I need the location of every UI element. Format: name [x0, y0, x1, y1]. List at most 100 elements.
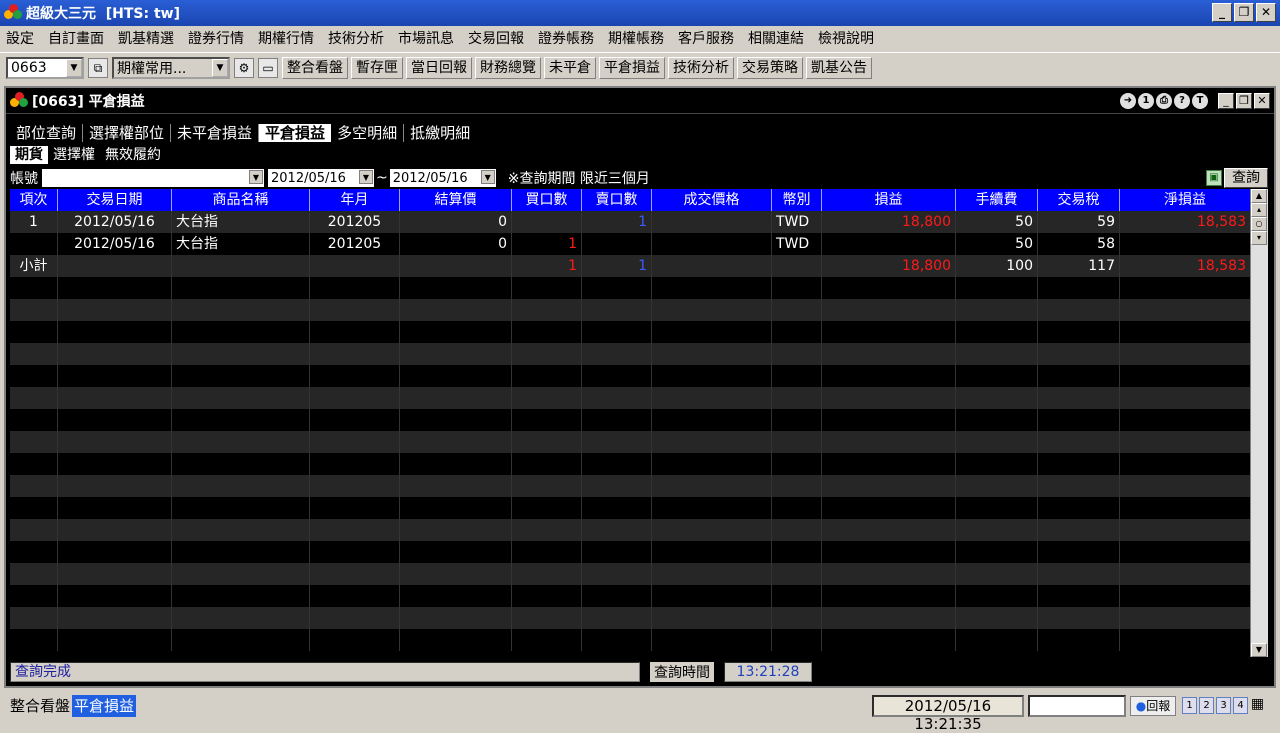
scroll-down-icon[interactable]: ▾ — [1251, 231, 1267, 245]
window-3-icon[interactable]: 3 — [1216, 697, 1231, 714]
table-row[interactable] — [10, 321, 1250, 343]
window-1-icon[interactable]: 1 — [1182, 697, 1197, 714]
menu-market-news[interactable]: 市場訊息 — [398, 28, 454, 48]
group-combo[interactable]: 期權常用... ▼ — [112, 56, 230, 79]
toolbar-button-open-positions[interactable]: 未平倉 — [544, 56, 596, 79]
table-row[interactable] — [10, 277, 1250, 299]
menu-custom-screen[interactable]: 自訂畫面 — [48, 28, 104, 48]
toolbar-button-clipboard[interactable]: 暫存匣 — [351, 56, 403, 79]
toolbar-button-closed-pnl[interactable]: 平倉損益 — [599, 56, 665, 79]
menu-trade-report[interactable]: 交易回報 — [468, 28, 524, 48]
print-icon[interactable]: ⎙ — [1156, 93, 1172, 109]
date-to-input[interactable]: 2012/05/16 ▼ — [389, 169, 496, 187]
menu-futures-account[interactable]: 期權帳務 — [608, 28, 664, 48]
inner-minimize-button[interactable]: _ — [1218, 93, 1234, 109]
grid-icon[interactable]: ▦ — [1250, 697, 1265, 714]
table-row[interactable] — [10, 541, 1250, 563]
toolbar-button-announcements[interactable]: 凱基公告 — [806, 56, 872, 79]
tab-position-query[interactable]: 部位查詢 — [10, 124, 84, 142]
toolbar-button-trade-strategy[interactable]: 交易策略 — [737, 56, 803, 79]
table-row[interactable] — [10, 497, 1250, 519]
gear-icon[interactable]: ⚙ — [234, 57, 254, 78]
toolbar-button-finance-overview[interactable]: 財務總覽 — [475, 56, 541, 79]
col-header-date[interactable]: 交易日期 — [58, 189, 172, 211]
col-header-sell[interactable]: 賣口數 — [582, 189, 652, 211]
col-header-fee[interactable]: 手續費 — [956, 189, 1038, 211]
scroll-center-icon[interactable]: ○ — [1251, 217, 1267, 231]
date-from-input[interactable]: 2012/05/16 ▼ — [268, 169, 374, 187]
col-header-price[interactable]: 成交價格 — [652, 189, 772, 211]
table-row[interactable] — [10, 607, 1250, 629]
window-2-icon[interactable]: 2 — [1199, 697, 1214, 714]
tab-realized-pnl[interactable]: 平倉損益 — [259, 124, 332, 142]
toolbar-button-integrated-view[interactable]: 整合看盤 — [282, 56, 348, 79]
toolbar-button-technical-analysis[interactable]: 技術分析 — [668, 56, 734, 79]
menu-help[interactable]: 檢視說明 — [818, 28, 874, 48]
subtab-futures[interactable]: 期貨 — [10, 146, 48, 164]
bottom-tab-integrated-view[interactable]: 整合看盤 — [8, 695, 72, 717]
menu-settings[interactable]: 設定 — [6, 28, 34, 48]
col-header-currency[interactable]: 幣別 — [772, 189, 822, 211]
tab-unrealized-pnl[interactable]: 未平倉損益 — [171, 124, 260, 142]
chevron-down-icon[interactable]: ▼ — [212, 58, 228, 77]
table-row[interactable]: 1 2012/05/16 大台指 201205 0 1 TWD 18,800 50 59 18,58… — [10, 211, 1250, 233]
table-row[interactable] — [10, 431, 1250, 453]
search-window-icon[interactable]: ⧉ — [88, 57, 108, 78]
window-icon[interactable]: ▭ — [258, 57, 278, 78]
tab-long-short-detail[interactable]: 多空明細 — [331, 124, 405, 142]
report-button[interactable]: ●回報 — [1130, 696, 1176, 716]
col-header-pnl[interactable]: 損益 — [822, 189, 956, 211]
export-icon[interactable]: ➜ — [1120, 93, 1136, 109]
table-row[interactable] — [10, 365, 1250, 387]
table-row[interactable] — [10, 475, 1250, 497]
table-row[interactable] — [10, 585, 1250, 607]
bottom-tab-closed-pnl[interactable]: 平倉損益 — [72, 695, 137, 717]
subtab-invalid-exercise[interactable]: 無效履約 — [100, 146, 166, 164]
col-header-net[interactable]: 淨損益 — [1120, 189, 1250, 211]
menu-related-links[interactable]: 相關連結 — [748, 28, 804, 48]
col-header-tax[interactable]: 交易稅 — [1038, 189, 1120, 211]
chevron-down-icon[interactable]: ▼ — [480, 170, 495, 184]
col-header-product[interactable]: 商品名稱 — [172, 189, 310, 211]
close-button[interactable]: ✕ — [1256, 3, 1276, 22]
table-row[interactable] — [10, 299, 1250, 321]
help-icon[interactable]: ? — [1174, 93, 1190, 109]
table-row[interactable] — [10, 563, 1250, 585]
subtab-options[interactable]: 選擇權 — [48, 146, 100, 164]
inner-restore-button[interactable]: ❐ — [1236, 93, 1252, 109]
info-icon[interactable]: 1 — [1138, 93, 1154, 109]
tab-options-position[interactable]: 選擇權部位 — [83, 124, 172, 142]
table-row[interactable] — [10, 453, 1250, 475]
menu-stock-account[interactable]: 證券帳務 — [538, 28, 594, 48]
chevron-down-icon[interactable]: ▼ — [359, 170, 373, 184]
inner-close-button[interactable]: ✕ — [1254, 93, 1270, 109]
table-row[interactable] — [10, 343, 1250, 365]
excel-export-icon[interactable]: ▣ — [1206, 170, 1222, 186]
menu-stock-quotes[interactable]: 證券行情 — [188, 28, 244, 48]
scroll-up-icon[interactable]: ▴ — [1251, 203, 1267, 217]
table-row[interactable]: 2012/05/16 大台指 201205 0 1 TWD 50 58 — [10, 233, 1250, 255]
toolbar-button-daily-report[interactable]: 當日回報 — [406, 56, 472, 79]
query-button[interactable]: 查詢 — [1224, 168, 1268, 188]
account-select[interactable]: ▼ — [42, 169, 264, 187]
table-row[interactable]: 小計 1 1 18,800 100 117 18,583 — [10, 255, 1250, 277]
col-header-no[interactable]: 項次 — [10, 189, 58, 211]
col-header-settle[interactable]: 結算價 — [400, 189, 512, 211]
window-4-icon[interactable]: 4 — [1233, 697, 1248, 714]
table-row[interactable] — [10, 387, 1250, 409]
chevron-down-icon[interactable]: ▼ — [249, 170, 263, 184]
menu-technical-analysis[interactable]: 技術分析 — [328, 28, 384, 48]
tab-collateral-detail[interactable]: 抵繳明細 — [404, 124, 476, 142]
table-row[interactable] — [10, 409, 1250, 431]
vertical-scrollbar[interactable]: ▲ ▴ ○ ▾ ▼ — [1250, 189, 1268, 657]
table-row[interactable] — [10, 629, 1250, 651]
menu-futures-quotes[interactable]: 期權行情 — [258, 28, 314, 48]
text-icon[interactable]: T — [1192, 93, 1208, 109]
table-row[interactable] — [10, 519, 1250, 541]
restore-button[interactable]: ❐ — [1234, 3, 1254, 22]
minimize-button[interactable]: _ — [1212, 3, 1232, 22]
bottom-input[interactable] — [1028, 695, 1126, 717]
menu-customer-service[interactable]: 客戶服務 — [678, 28, 734, 48]
scroll-bottom-icon[interactable]: ▼ — [1251, 643, 1267, 657]
menu-kgi-picks[interactable]: 凱基精選 — [118, 28, 174, 48]
